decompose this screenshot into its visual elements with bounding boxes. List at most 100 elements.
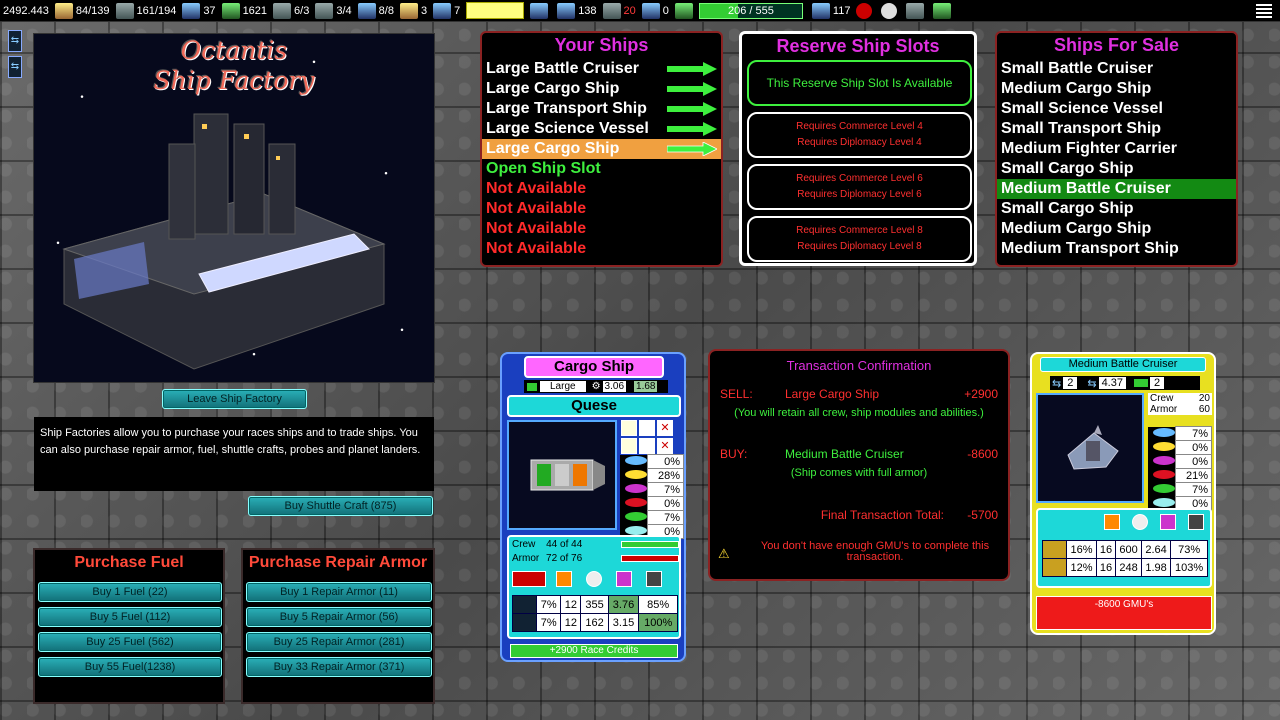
your-ship-item-4[interactable]: Large Science Vessel	[482, 119, 721, 139]
sale-ship-item-4[interactable]: Small Transport Ship	[997, 119, 1236, 139]
reserve-slot-2: Requires Commerce Level 4 Requires Diplom…	[747, 112, 972, 158]
resource-red-icon	[625, 497, 648, 507]
stat-prisoners[interactable]: 0	[639, 0, 672, 22]
remove-icon[interactable]: ✕	[657, 438, 673, 454]
resource-blue-icon	[625, 455, 648, 465]
your-ship-item-8: Not Available	[486, 200, 587, 217]
your-ship-item-1[interactable]: Large Battle Cruiser	[482, 59, 721, 79]
your-ship-item-6[interactable]: Open Ship Slot	[482, 159, 721, 179]
reserve-slot-3: Requires Commerce Level 6 Requires Diplom…	[747, 164, 972, 210]
crew-icon	[399, 2, 418, 19]
stat-ships[interactable]: 161/194	[113, 0, 180, 22]
resource-purple-icon	[625, 483, 648, 493]
speed-icon: ⇆	[1052, 377, 1062, 390]
transaction-title: Transaction Confirmation	[786, 358, 932, 373]
sale-ship-item-2[interactable]: Medium Cargo Ship	[997, 79, 1236, 99]
size-icon	[527, 382, 537, 391]
buy-armor-1-button[interactable]: Buy 1 Repair Armor (11)	[246, 582, 432, 602]
stat-officers[interactable]: 7	[430, 0, 463, 22]
settings-button[interactable]	[878, 0, 903, 22]
stat-shuttles[interactable]: 3/4	[312, 0, 354, 22]
sale-ship-item-10[interactable]: Medium Transport Ship	[997, 239, 1236, 259]
sale-ship-specs: ⇆ 2 ⇆ 4.37 2	[1050, 376, 1200, 390]
buy-fuel-25-button[interactable]: Buy 25 Fuel (562)	[38, 632, 222, 652]
colonist-icon	[811, 2, 830, 19]
battle-cruiser-icon	[1067, 425, 1119, 470]
sale-ship-image	[1036, 393, 1144, 503]
sale-ship-item-9[interactable]: Medium Cargo Ship	[997, 219, 1236, 239]
sale-ship-item-6[interactable]: Small Cargo Ship	[997, 159, 1236, 179]
resource-green-icon	[1153, 483, 1176, 493]
sale-ship-item-1[interactable]: Small Battle Cruiser	[997, 59, 1236, 79]
diplomacy-button[interactable]	[527, 0, 554, 22]
sound-button[interactable]	[903, 0, 930, 22]
explosion-icon	[556, 571, 572, 587]
purchase-cost: -8600 GMU's	[1036, 596, 1212, 630]
your-ship-item-3[interactable]: Large Transport Ship	[482, 99, 721, 119]
flask-icon	[182, 2, 201, 19]
factory-station-image	[62, 113, 386, 370]
cargo-icon	[54, 2, 73, 19]
armor-bar	[621, 555, 679, 562]
module-slot[interactable]	[639, 438, 655, 454]
current-ship-image	[507, 420, 617, 530]
shuttle-icon	[315, 2, 334, 19]
stat-crew[interactable]: 3	[397, 0, 430, 22]
sale-ship-stat-rows: 16% 16 600 2.64 73% 12% 16 248 1.98 103%	[1042, 540, 1208, 577]
missile-icon	[646, 571, 662, 587]
sell-amount: +2900	[964, 387, 998, 401]
lock-icon[interactable]	[621, 438, 637, 454]
resource-cyan-icon	[625, 525, 648, 535]
menu-icon[interactable]	[1256, 3, 1272, 18]
reserve-slots-panel: Reserve Ship Slots This Reserve Ship Slo…	[739, 31, 977, 266]
buy-armor-25-button[interactable]: Buy 25 Repair Armor (281)	[246, 632, 432, 652]
leave-factory-button[interactable]: Leave Ship Factory	[162, 389, 307, 409]
fighter-icon	[1042, 558, 1067, 577]
your-ship-item-2[interactable]: Large Cargo Ship	[482, 79, 721, 99]
buy-shuttle-button[interactable]: Buy Shuttle Craft (875)	[248, 496, 433, 516]
buy-armor-33-button[interactable]: Buy 33 Repair Armor (371)	[246, 657, 432, 677]
planet-icon	[512, 595, 537, 614]
stat-science[interactable]: 37	[179, 0, 218, 22]
warning-text: You don't have enough GMU's to complete …	[760, 540, 990, 563]
module-slot[interactable]	[639, 420, 655, 436]
message-box[interactable]	[466, 2, 525, 19]
weapon-icon	[512, 571, 546, 587]
fuel-icon	[674, 2, 693, 19]
stat-population[interactable]: 138	[554, 0, 599, 22]
ship-stat-rows: 7% 12 355 3.76 85% 7% 12 162 3.15 100%	[512, 595, 678, 632]
reserve-slot-1[interactable]: This Reserve Ship Slot Is Available	[747, 60, 972, 106]
sale-ship-item-8[interactable]: Small Cargo Ship	[997, 199, 1236, 219]
medical-icon	[557, 2, 576, 19]
purchase-fuel-title: Purchase Fuel	[74, 554, 184, 571]
buy-fuel-55-button[interactable]: Buy 55 Fuel(1238)	[38, 657, 222, 677]
sale-ship-item-7-selected[interactable]: Medium Battle Cruiser	[997, 179, 1236, 199]
stat-fighters[interactable]: 6/3	[270, 0, 312, 22]
sale-ship-item-5[interactable]: Medium Fighter Carrier	[997, 139, 1236, 159]
buy-fuel-1-button[interactable]: Buy 1 Fuel (22)	[38, 582, 222, 602]
sale-ship-item-3[interactable]: Small Science Vessel	[997, 99, 1236, 119]
stat-money[interactable]: 1621	[219, 0, 270, 22]
your-ships-title: Your Ships	[554, 35, 649, 55]
stat-probes[interactable]: 8/8	[355, 0, 397, 22]
side-arrow-icon-1[interactable]: ⇆	[8, 30, 22, 52]
buy-armor-5-button[interactable]: Buy 5 Repair Armor (56)	[246, 607, 432, 627]
remove-icon[interactable]: ✕	[657, 420, 673, 436]
probe-icon	[357, 2, 376, 19]
stat-cargo[interactable]: 84/139	[52, 0, 113, 22]
help-button[interactable]	[853, 0, 878, 22]
fuel-gauge[interactable]: 206 / 555	[672, 0, 809, 22]
warning-icon: ⚠	[718, 546, 730, 561]
buy-fuel-5-button[interactable]: Buy 5 Fuel (112)	[38, 607, 222, 627]
stat-hostile[interactable]: 20	[600, 0, 639, 22]
ship-ability-icons	[512, 571, 666, 587]
stat-colonists[interactable]: 117	[809, 0, 854, 22]
lock-icon[interactable]	[621, 420, 637, 436]
resource-cyan-icon	[1153, 497, 1176, 507]
total-label: Final Transaction Total:	[820, 508, 944, 522]
factory-description: Ship Factories allow you to purchase you…	[34, 417, 434, 491]
current-ship-name[interactable]: Quese	[507, 395, 681, 417]
game-button[interactable]	[930, 0, 957, 22]
side-arrow-icon-2[interactable]: ⇆	[8, 56, 22, 78]
your-ship-item-5-selected[interactable]: Large Cargo Ship	[482, 139, 721, 159]
